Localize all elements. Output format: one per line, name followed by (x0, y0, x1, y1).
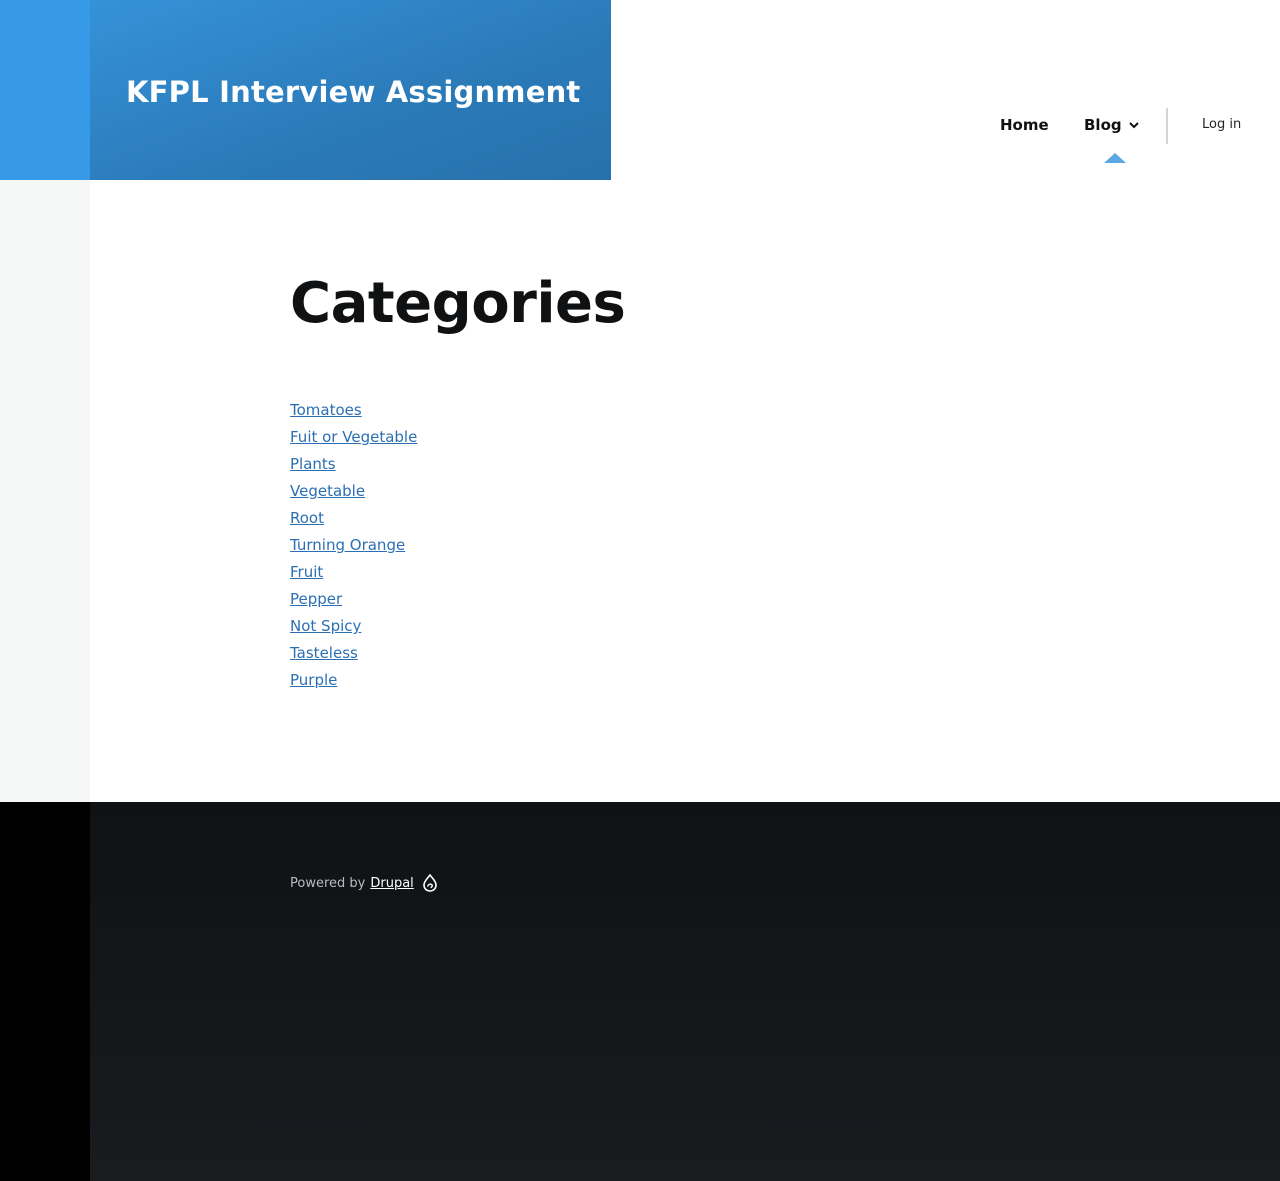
category-link[interactable]: Vegetable (290, 482, 365, 500)
list-item: Not Spicy (290, 615, 417, 642)
nav-blog-label: Blog (1084, 116, 1122, 134)
powered-by-label: Powered by (290, 875, 366, 891)
category-link[interactable]: Plants (290, 455, 336, 473)
drupal-drop-icon (422, 874, 437, 892)
list-item: Pepper (290, 588, 417, 615)
nav-divider (1166, 108, 1168, 144)
list-item: Purple (290, 669, 417, 696)
list-item: Plants (290, 453, 417, 480)
nav-blog-link[interactable]: Blog (1084, 116, 1140, 134)
category-list: Tomatoes Fuit or Vegetable Plants Vegeta… (290, 399, 417, 696)
category-link[interactable]: Root (290, 509, 324, 527)
list-item: Fuit or Vegetable (290, 426, 417, 453)
site-name-link[interactable]: KFPL Interview Assignment (126, 75, 581, 109)
category-link[interactable]: Fuit or Vegetable (290, 428, 417, 446)
nav-home-link[interactable]: Home (1000, 116, 1049, 134)
category-link[interactable]: Fruit (290, 563, 323, 581)
login-link[interactable]: Log in (1202, 117, 1241, 132)
left-gutter-middle (0, 180, 90, 802)
triangle-up-icon (1104, 153, 1126, 163)
category-link[interactable]: Pepper (290, 590, 342, 608)
list-item: Turning Orange (290, 534, 417, 561)
site-branding: KFPL Interview Assignment (90, 0, 611, 180)
category-link[interactable]: Turning Orange (290, 536, 405, 554)
site-footer: Powered by Drupal (90, 802, 1280, 1181)
list-item: Root (290, 507, 417, 534)
list-item: Tasteless (290, 642, 417, 669)
drupal-link[interactable]: Drupal (370, 876, 413, 891)
list-item: Vegetable (290, 480, 417, 507)
left-gutter-bottom (0, 802, 90, 1181)
chevron-down-icon[interactable] (1128, 119, 1140, 131)
category-link[interactable]: Not Spicy (290, 617, 361, 635)
left-gutter-top (0, 0, 90, 180)
category-link[interactable]: Purple (290, 671, 337, 689)
category-link[interactable]: Tasteless (290, 644, 358, 662)
page-title: Categories (290, 271, 626, 336)
list-item: Fruit (290, 561, 417, 588)
powered-by: Powered by Drupal (290, 874, 438, 892)
list-item: Tomatoes (290, 399, 417, 426)
category-link[interactable]: Tomatoes (290, 401, 362, 419)
